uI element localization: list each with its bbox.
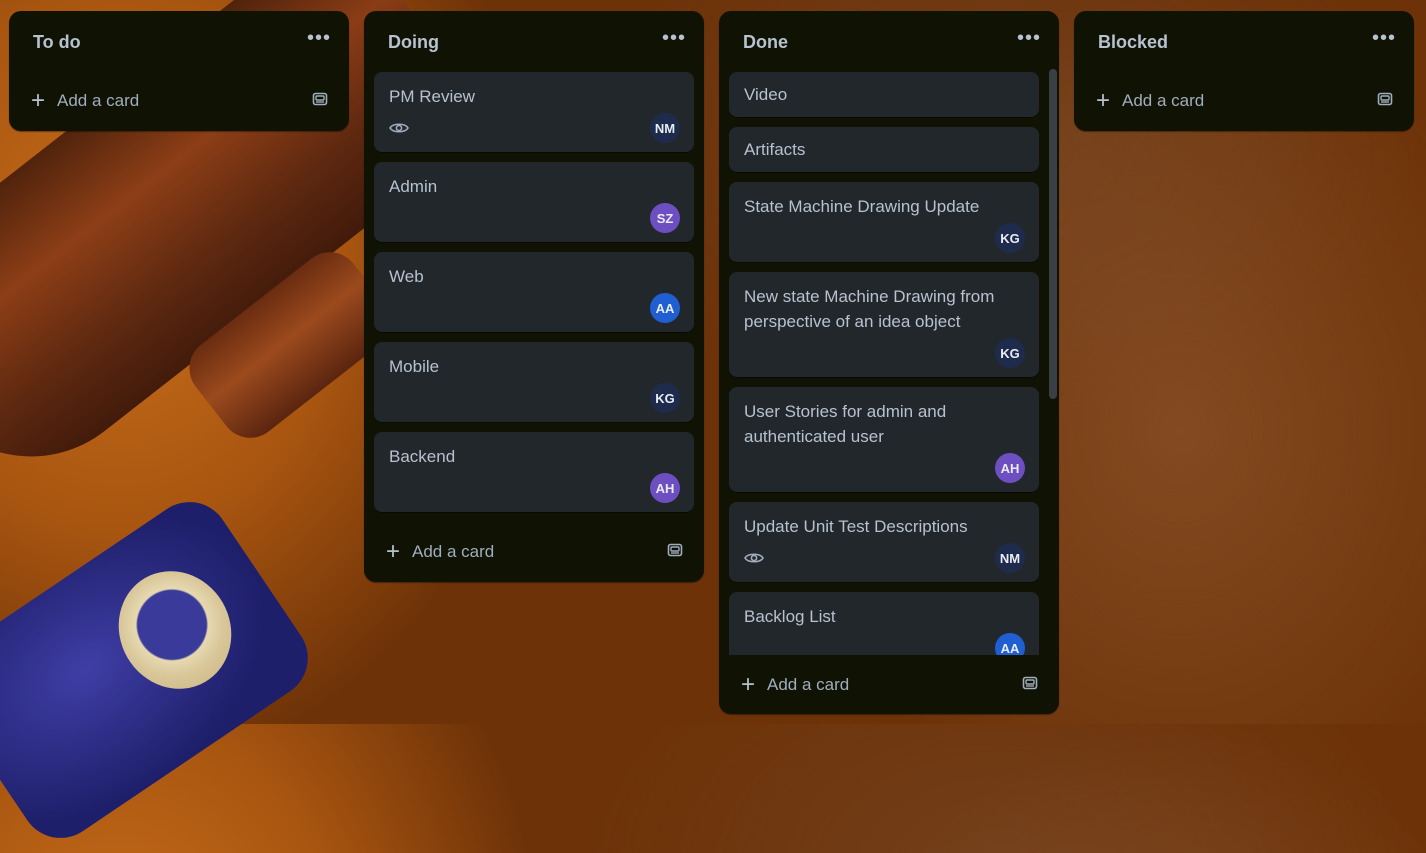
avatar[interactable]: NM: [995, 543, 1025, 573]
list-title[interactable]: Blocked: [1098, 32, 1168, 53]
card-backlog-list[interactable]: Backlog List AA: [729, 592, 1039, 655]
plus-icon: +: [1096, 87, 1111, 114]
list-doing: Doing ••• PM Review NM Admin SZ Web AA M…: [364, 11, 704, 582]
add-card-button[interactable]: + Add a card: [386, 540, 494, 564]
card-pm-review[interactable]: PM Review NM: [374, 72, 694, 152]
card-state-machine-drawing-update[interactable]: State Machine Drawing Update KG: [729, 182, 1039, 262]
add-card-button[interactable]: + Add a card: [1096, 89, 1204, 113]
list-header: To do •••: [9, 11, 349, 73]
card-web[interactable]: Web AA: [374, 252, 694, 332]
add-card-row: + Add a card: [719, 655, 1059, 715]
scrollbar-thumb[interactable]: [1049, 69, 1057, 399]
card-title: State Machine Drawing Update: [744, 197, 980, 216]
add-card-row: + Add a card: [1074, 71, 1414, 131]
card-user-stories[interactable]: User Stories for admin and authenticated…: [729, 387, 1039, 492]
card-title: Admin: [389, 177, 438, 196]
card-mobile[interactable]: Mobile KG: [374, 342, 694, 422]
list-header: Blocked •••: [1074, 11, 1414, 73]
watching-eye-icon: [744, 547, 766, 569]
card-backend[interactable]: Backend AH: [374, 432, 694, 512]
add-card-label: Add a card: [767, 675, 850, 694]
card-title: New state Machine Drawing from perspecti…: [744, 287, 995, 331]
card-template-icon[interactable]: [311, 90, 329, 113]
card-update-unit-test-descriptions[interactable]: Update Unit Test Descriptions NM: [729, 502, 1039, 582]
add-card-label: Add a card: [412, 542, 495, 561]
list-menu-button[interactable]: •••: [1017, 28, 1041, 48]
avatar[interactable]: KG: [650, 383, 680, 413]
list-header: Doing •••: [364, 11, 704, 73]
card-title: Video: [744, 85, 788, 104]
add-card-row: + Add a card: [9, 71, 349, 131]
plus-icon: +: [386, 538, 401, 565]
list-header: Done •••: [719, 11, 1059, 73]
card-video[interactable]: Video: [729, 72, 1039, 117]
avatar[interactable]: KG: [995, 223, 1025, 253]
add-card-button[interactable]: + Add a card: [741, 673, 849, 697]
avatar[interactable]: NM: [650, 113, 680, 143]
card-template-icon[interactable]: [666, 541, 684, 564]
avatar[interactable]: KG: [995, 338, 1025, 368]
list-menu-button[interactable]: •••: [1372, 28, 1396, 48]
plus-icon: +: [741, 671, 756, 698]
list-menu-button[interactable]: •••: [662, 28, 686, 48]
avatar[interactable]: AA: [650, 293, 680, 323]
card-title: Backend: [389, 447, 456, 466]
avatar[interactable]: AH: [650, 473, 680, 503]
card-title: User Stories for admin and authenticated…: [744, 402, 947, 446]
card-title: Update Unit Test Descriptions: [744, 517, 968, 536]
list-title[interactable]: Doing: [388, 32, 439, 53]
list-done: Done ••• Video Artifacts State Machine D…: [719, 11, 1059, 714]
card-template-icon[interactable]: [1021, 674, 1039, 697]
avatar[interactable]: AH: [995, 453, 1025, 483]
list-scrollbar[interactable]: [1049, 69, 1057, 666]
add-card-row: + Add a card: [364, 522, 704, 582]
card-title: Mobile: [389, 357, 440, 376]
avatar[interactable]: AA: [995, 633, 1025, 655]
list-title[interactable]: Done: [743, 32, 788, 53]
card-artifacts[interactable]: Artifacts: [729, 127, 1039, 172]
card-new-state-machine-drawing[interactable]: New state Machine Drawing from perspecti…: [729, 272, 1039, 377]
plus-icon: +: [31, 87, 46, 114]
list-to-do: To do ••• + Add a card: [9, 11, 349, 131]
list-blocked: Blocked ••• + Add a card: [1074, 11, 1414, 131]
list-title[interactable]: To do: [33, 32, 81, 53]
watching-eye-icon: [389, 117, 411, 139]
card-title: PM Review: [389, 87, 475, 106]
avatar[interactable]: SZ: [650, 203, 680, 233]
card-template-icon[interactable]: [1376, 90, 1394, 113]
add-card-label: Add a card: [1122, 91, 1205, 110]
card-title: Backlog List: [744, 607, 836, 626]
card-admin[interactable]: Admin SZ: [374, 162, 694, 242]
add-card-button[interactable]: + Add a card: [31, 89, 139, 113]
card-title: Artifacts: [744, 140, 806, 159]
list-menu-button[interactable]: •••: [307, 28, 331, 48]
add-card-label: Add a card: [57, 91, 140, 110]
card-title: Web: [389, 267, 424, 286]
